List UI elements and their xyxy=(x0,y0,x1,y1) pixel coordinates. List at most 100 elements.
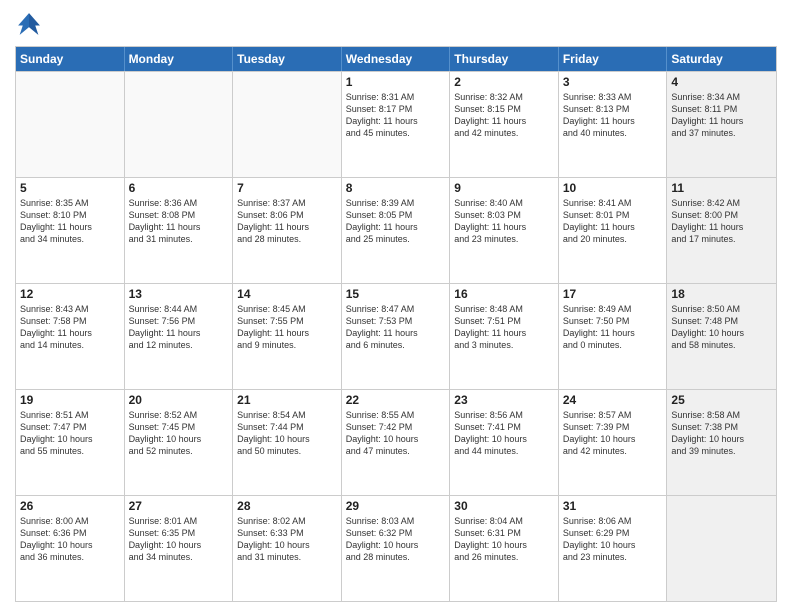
day-number: 7 xyxy=(237,181,337,195)
day-number: 30 xyxy=(454,499,554,513)
calendar-day-header: Saturday xyxy=(667,47,776,71)
cell-text: Sunrise: 8:31 AM Sunset: 8:17 PM Dayligh… xyxy=(346,91,446,140)
day-number: 11 xyxy=(671,181,772,195)
cell-text: Sunrise: 8:58 AM Sunset: 7:38 PM Dayligh… xyxy=(671,409,772,458)
cell-text: Sunrise: 8:39 AM Sunset: 8:05 PM Dayligh… xyxy=(346,197,446,246)
calendar-cell: 14 Sunrise: 8:45 AM Sunset: 7:55 PM Dayli… xyxy=(233,284,342,389)
cell-text: Sunrise: 8:57 AM Sunset: 7:39 PM Dayligh… xyxy=(563,409,663,458)
day-number: 19 xyxy=(20,393,120,407)
calendar-cell: 28 Sunrise: 8:02 AM Sunset: 6:33 PM Dayli… xyxy=(233,496,342,601)
calendar-week-row: 26 Sunrise: 8:00 AM Sunset: 6:36 PM Dayli… xyxy=(16,495,776,601)
calendar-cell: 13 Sunrise: 8:44 AM Sunset: 7:56 PM Dayli… xyxy=(125,284,234,389)
calendar-week-row: 12 Sunrise: 8:43 AM Sunset: 7:58 PM Dayli… xyxy=(16,283,776,389)
cell-text: Sunrise: 8:43 AM Sunset: 7:58 PM Dayligh… xyxy=(20,303,120,352)
cell-text: Sunrise: 8:42 AM Sunset: 8:00 PM Dayligh… xyxy=(671,197,772,246)
calendar-cell: 21 Sunrise: 8:54 AM Sunset: 7:44 PM Dayli… xyxy=(233,390,342,495)
cell-text: Sunrise: 8:48 AM Sunset: 7:51 PM Dayligh… xyxy=(454,303,554,352)
calendar-cell: 24 Sunrise: 8:57 AM Sunset: 7:39 PM Dayli… xyxy=(559,390,668,495)
calendar-week-row: 1 Sunrise: 8:31 AM Sunset: 8:17 PM Daylig… xyxy=(16,71,776,177)
calendar-cell: 22 Sunrise: 8:55 AM Sunset: 7:42 PM Dayli… xyxy=(342,390,451,495)
calendar-cell: 25 Sunrise: 8:58 AM Sunset: 7:38 PM Dayli… xyxy=(667,390,776,495)
cell-text: Sunrise: 8:01 AM Sunset: 6:35 PM Dayligh… xyxy=(129,515,229,564)
day-number: 23 xyxy=(454,393,554,407)
day-number: 14 xyxy=(237,287,337,301)
calendar-week-row: 19Sunrise: 8:51 AM Sunset: 7:47 PM Dayli… xyxy=(16,389,776,495)
calendar-cell: 5 Sunrise: 8:35 AM Sunset: 8:10 PM Daylig… xyxy=(16,178,125,283)
cell-text: Sunrise: 8:54 AM Sunset: 7:44 PM Dayligh… xyxy=(237,409,337,458)
calendar-cell: 29 Sunrise: 8:03 AM Sunset: 6:32 PM Dayli… xyxy=(342,496,451,601)
day-number: 16 xyxy=(454,287,554,301)
logo-icon xyxy=(15,10,43,38)
day-number: 26 xyxy=(20,499,120,513)
calendar-day-header: Tuesday xyxy=(233,47,342,71)
cell-text: Sunrise: 8:35 AM Sunset: 8:10 PM Dayligh… xyxy=(20,197,120,246)
cell-text: Sunrise: 8:36 AM Sunset: 8:08 PM Dayligh… xyxy=(129,197,229,246)
calendar-body: 1 Sunrise: 8:31 AM Sunset: 8:17 PM Daylig… xyxy=(16,71,776,601)
day-number: 17 xyxy=(563,287,663,301)
calendar-cell: 11 Sunrise: 8:42 AM Sunset: 8:00 PM Dayli… xyxy=(667,178,776,283)
day-number: 25 xyxy=(671,393,772,407)
day-number: 22 xyxy=(346,393,446,407)
cell-text: Sunrise: 8:02 AM Sunset: 6:33 PM Dayligh… xyxy=(237,515,337,564)
day-number: 3 xyxy=(563,75,663,89)
cell-text: Sunrise: 8:40 AM Sunset: 8:03 PM Dayligh… xyxy=(454,197,554,246)
calendar-cell: 27 Sunrise: 8:01 AM Sunset: 6:35 PM Dayli… xyxy=(125,496,234,601)
calendar-cell: 18 Sunrise: 8:50 AM Sunset: 7:48 PM Dayli… xyxy=(667,284,776,389)
calendar-cell: 3 Sunrise: 8:33 AM Sunset: 8:13 PM Daylig… xyxy=(559,72,668,177)
day-number: 8 xyxy=(346,181,446,195)
calendar-header-row: SundayMondayTuesdayWednesdayThursdayFrid… xyxy=(16,47,776,71)
day-number: 20 xyxy=(129,393,229,407)
cell-text: Sunrise: 8:50 AM Sunset: 7:48 PM Dayligh… xyxy=(671,303,772,352)
cell-text: Sunrise: 8:56 AM Sunset: 7:41 PM Dayligh… xyxy=(454,409,554,458)
day-number: 27 xyxy=(129,499,229,513)
cell-text: Sunrise: 8:32 AM Sunset: 8:15 PM Dayligh… xyxy=(454,91,554,140)
cell-text: Sunrise: 8:37 AM Sunset: 8:06 PM Dayligh… xyxy=(237,197,337,246)
calendar-cell: 17Sunrise: 8:49 AM Sunset: 7:50 PM Dayli… xyxy=(559,284,668,389)
cell-text: Sunrise: 8:00 AM Sunset: 6:36 PM Dayligh… xyxy=(20,515,120,564)
day-number: 1 xyxy=(346,75,446,89)
calendar-cell: 16 Sunrise: 8:48 AM Sunset: 7:51 PM Dayli… xyxy=(450,284,559,389)
day-number: 28 xyxy=(237,499,337,513)
calendar-cell: 2 Sunrise: 8:32 AM Sunset: 8:15 PM Daylig… xyxy=(450,72,559,177)
calendar-day-header: Wednesday xyxy=(342,47,451,71)
calendar-day-header: Sunday xyxy=(16,47,125,71)
calendar-day-header: Friday xyxy=(559,47,668,71)
day-number: 18 xyxy=(671,287,772,301)
day-number: 15 xyxy=(346,287,446,301)
cell-text: Sunrise: 8:55 AM Sunset: 7:42 PM Dayligh… xyxy=(346,409,446,458)
calendar-cell: 20 Sunrise: 8:52 AM Sunset: 7:45 PM Dayli… xyxy=(125,390,234,495)
cell-text: Sunrise: 8:03 AM Sunset: 6:32 PM Dayligh… xyxy=(346,515,446,564)
day-number: 6 xyxy=(129,181,229,195)
day-number: 12 xyxy=(20,287,120,301)
calendar-cell xyxy=(233,72,342,177)
calendar-cell: 8 Sunrise: 8:39 AM Sunset: 8:05 PM Daylig… xyxy=(342,178,451,283)
day-number: 24 xyxy=(563,393,663,407)
day-number: 10 xyxy=(563,181,663,195)
calendar-cell xyxy=(667,496,776,601)
cell-text: Sunrise: 8:34 AM Sunset: 8:11 PM Dayligh… xyxy=(671,91,772,140)
cell-text: Sunrise: 8:04 AM Sunset: 6:31 PM Dayligh… xyxy=(454,515,554,564)
cell-text: Sunrise: 8:45 AM Sunset: 7:55 PM Dayligh… xyxy=(237,303,337,352)
calendar-cell: 7 Sunrise: 8:37 AM Sunset: 8:06 PM Daylig… xyxy=(233,178,342,283)
cell-text: Sunrise: 8:41 AM Sunset: 8:01 PM Dayligh… xyxy=(563,197,663,246)
cell-text: Sunrise: 8:33 AM Sunset: 8:13 PM Dayligh… xyxy=(563,91,663,140)
calendar-cell: 15 Sunrise: 8:47 AM Sunset: 7:53 PM Dayli… xyxy=(342,284,451,389)
day-number: 13 xyxy=(129,287,229,301)
cell-text: Sunrise: 8:47 AM Sunset: 7:53 PM Dayligh… xyxy=(346,303,446,352)
calendar-cell: 19Sunrise: 8:51 AM Sunset: 7:47 PM Dayli… xyxy=(16,390,125,495)
day-number: 2 xyxy=(454,75,554,89)
cell-text: Sunrise: 8:52 AM Sunset: 7:45 PM Dayligh… xyxy=(129,409,229,458)
calendar-cell: 23 Sunrise: 8:56 AM Sunset: 7:41 PM Dayli… xyxy=(450,390,559,495)
calendar-day-header: Thursday xyxy=(450,47,559,71)
day-number: 4 xyxy=(671,75,772,89)
calendar-cell xyxy=(16,72,125,177)
calendar-cell: 30 Sunrise: 8:04 AM Sunset: 6:31 PM Dayli… xyxy=(450,496,559,601)
calendar-day-header: Monday xyxy=(125,47,234,71)
day-number: 21 xyxy=(237,393,337,407)
day-number: 31 xyxy=(563,499,663,513)
cell-text: Sunrise: 8:06 AM Sunset: 6:29 PM Dayligh… xyxy=(563,515,663,564)
day-number: 29 xyxy=(346,499,446,513)
day-number: 5 xyxy=(20,181,120,195)
cell-text: Sunrise: 8:44 AM Sunset: 7:56 PM Dayligh… xyxy=(129,303,229,352)
logo xyxy=(15,10,47,38)
